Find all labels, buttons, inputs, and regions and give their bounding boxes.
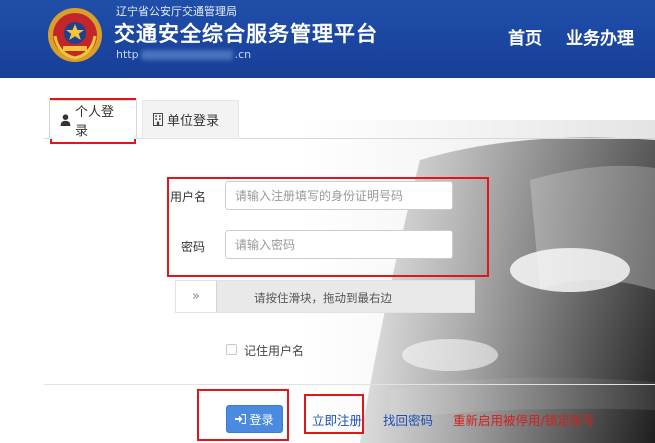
tab-company-login[interactable]: 单位登录 [142, 100, 239, 139]
actions-divider [44, 384, 655, 385]
password-label: 密码 [181, 240, 206, 254]
recover-password-link[interactable]: 找回密码 [383, 410, 433, 429]
building-icon [153, 113, 163, 126]
redacted-url-segment [140, 50, 233, 60]
username-label: 用户名 [170, 190, 207, 204]
login-button[interactable]: 登录 [226, 405, 283, 433]
site-title: 交通安全综合服务管理平台 [114, 22, 378, 46]
tab-company-login-label: 单位登录 [167, 114, 220, 129]
tab-personal-login-label: 个人登录 [75, 104, 115, 139]
tab-personal-login[interactable]: 个人登录 [49, 100, 137, 139]
slide-verify-hint: 请按住滑块，拖动到最右边 [254, 291, 392, 305]
login-page: 辽宁省公安厅交通管理局 交通安全综合服务管理平台 http .cn 首页 业务办理 [0, 0, 655, 443]
police-emblem-icon [48, 8, 102, 62]
password-input[interactable] [225, 230, 453, 259]
slide-verify-track[interactable]: » 请按住滑块，拖动到最右边 [175, 280, 475, 313]
unlock-account-link[interactable]: 重新启用被停用/锁定账号 [453, 410, 595, 429]
nav-services[interactable]: 业务办理 [566, 24, 634, 49]
user-icon [60, 113, 71, 126]
nav-home[interactable]: 首页 [508, 24, 542, 49]
login-button-label: 登录 [249, 412, 274, 427]
organization-name: 辽宁省公安厅交通管理局 [116, 5, 237, 18]
sign-in-icon [235, 414, 247, 424]
register-link[interactable]: 立即注册 [312, 410, 362, 429]
site-url-suffix: .cn [234, 48, 252, 61]
remember-username-checkbox[interactable] [226, 344, 237, 355]
site-url-prefix: http [116, 48, 139, 61]
slide-verify-handle[interactable]: » [176, 281, 217, 312]
remember-username-label[interactable]: 记住用户名 [244, 342, 304, 359]
site-url: http .cn [116, 48, 251, 61]
site-header: 辽宁省公安厅交通管理局 交通安全综合服务管理平台 http .cn 首页 业务办理 [0, 0, 655, 78]
username-input[interactable] [225, 181, 453, 210]
